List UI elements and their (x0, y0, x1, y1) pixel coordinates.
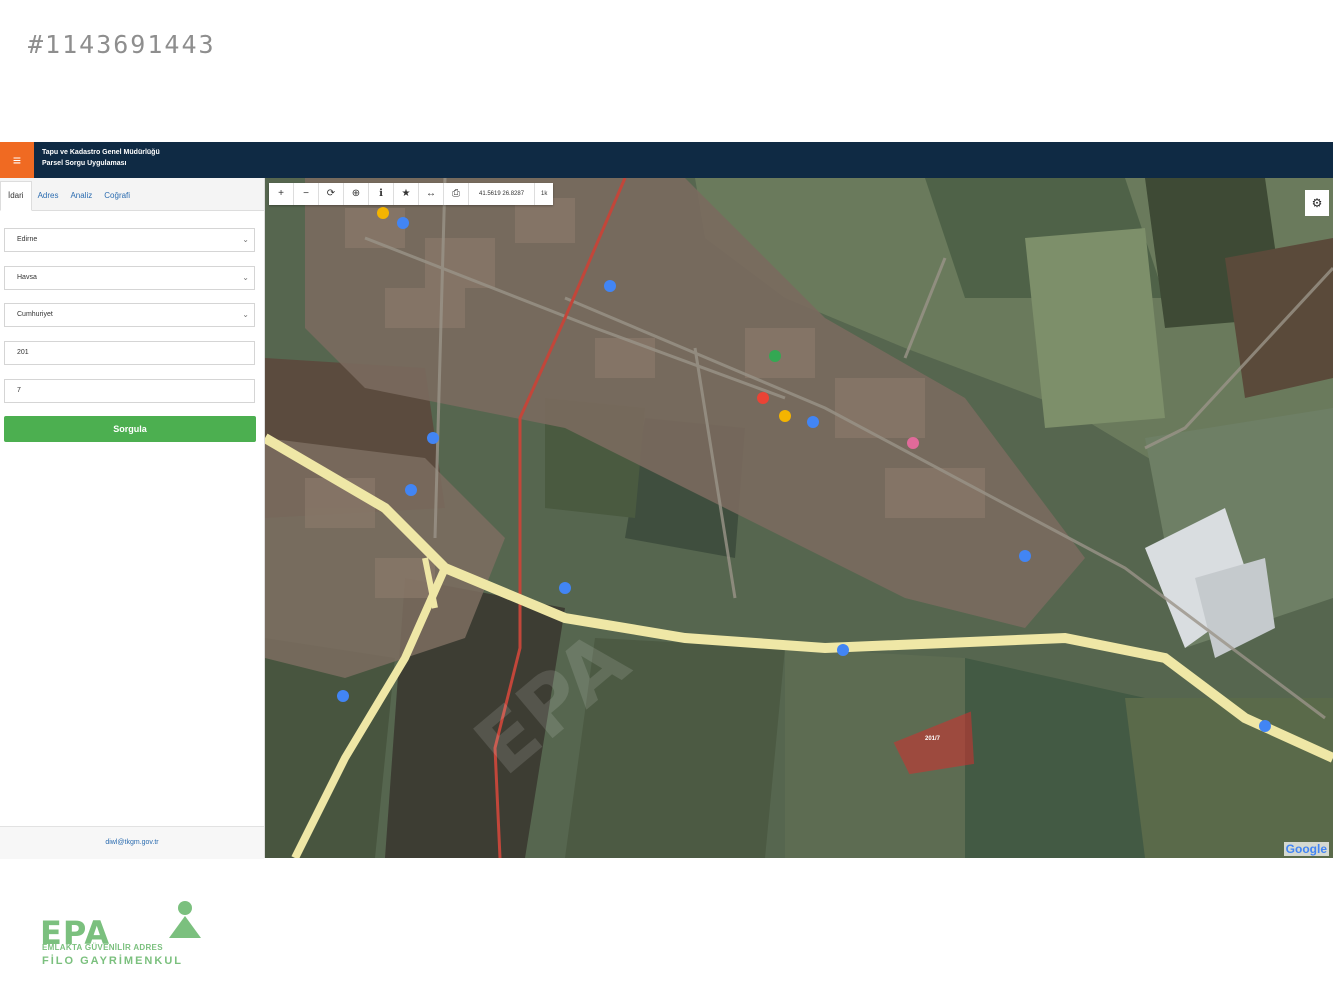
satellite-imagery: EPA (265, 178, 1333, 858)
tab-cografi[interactable]: Coğrafi (98, 191, 136, 210)
google-logo: Google (1283, 842, 1329, 856)
app-title: Tapu ve Kadastro Genel Müdürlüğü Parsel … (42, 147, 160, 169)
star-icon[interactable]: ★ (393, 183, 418, 205)
district-value: Havsa (17, 274, 37, 281)
sidebar-tabs: İdari Adres Analiz Coğrafi (0, 178, 264, 211)
province-value: Edirne (17, 236, 38, 243)
zoom-in-button[interactable]: + (269, 183, 293, 205)
chevron-down-icon: ⌄ (242, 310, 249, 319)
company-logo: EPA EMLAKTA GÜVENİLİR ADRES FİLO GAYRİME… (40, 898, 210, 973)
province-select[interactable]: Edirne ⌄ (4, 228, 255, 252)
refresh-icon[interactable]: ⟳ (318, 183, 343, 205)
block-input[interactable]: 201 (4, 341, 255, 365)
house-icon (169, 901, 201, 938)
sidebar-footer: diwl@tkgm.gov.tr (0, 826, 264, 859)
print-icon[interactable]: ⎙ (443, 183, 468, 205)
tab-adres[interactable]: Adres (32, 191, 65, 210)
query-sidebar: İdari Adres Analiz Coğrafi Edirne ⌄ Havs… (0, 178, 265, 859)
app-title-line1: Tapu ve Kadastro Genel Müdürlüğü (42, 149, 160, 156)
parcel-label: 201/7 (925, 736, 941, 742)
locate-icon[interactable]: ⊕ (343, 183, 368, 205)
satellite-map[interactable]: EPA + − ⟳ ⊕ ℹ ★ ↔ ⎙ 41.5619 26.8287 1k ⚙… (265, 178, 1333, 858)
logo-tagline: EMLAKTA GÜVENİLİR ADRES (42, 943, 163, 952)
top-bar: ≡ Tapu ve Kadastro Genel Müdürlüğü Parse… (0, 142, 1333, 178)
tab-analiz[interactable]: Analiz (64, 191, 98, 210)
zoom-out-button[interactable]: − (293, 183, 318, 205)
district-select[interactable]: Havsa ⌄ (4, 266, 255, 290)
tab-idari[interactable]: İdari (0, 181, 32, 211)
chevron-down-icon: ⌄ (242, 235, 249, 244)
chevron-down-icon: ⌄ (242, 273, 249, 282)
neighborhood-select[interactable]: Cumhuriyet ⌄ (4, 303, 255, 327)
listing-id: #1143691443 (28, 30, 216, 59)
info-icon[interactable]: ℹ (368, 183, 393, 205)
scale-readout: 1k (534, 183, 553, 205)
gear-icon[interactable]: ⚙ (1305, 190, 1329, 216)
parcel-input[interactable]: 7 (4, 379, 255, 403)
neighborhood-value: Cumhuriyet (17, 311, 53, 318)
hamburger-icon[interactable]: ≡ (0, 142, 34, 178)
app-title-line2: Parsel Sorgu Uygulaması (42, 160, 127, 167)
block-value: 201 (17, 349, 29, 356)
logo-company: FİLO GAYRİMENKUL (42, 955, 183, 967)
parcel-query-app: ≡ Tapu ve Kadastro Genel Müdürlüğü Parse… (0, 142, 1333, 859)
query-button[interactable]: Sorgula (4, 416, 256, 442)
coordinates-readout: 41.5619 26.8287 (468, 183, 534, 205)
footer-email-link[interactable]: diwl@tkgm.gov.tr (105, 839, 158, 846)
map-toolbar: + − ⟳ ⊕ ℹ ★ ↔ ⎙ 41.5619 26.8287 1k (269, 183, 554, 205)
parcel-value: 7 (17, 387, 21, 394)
measure-icon[interactable]: ↔ (418, 183, 443, 205)
